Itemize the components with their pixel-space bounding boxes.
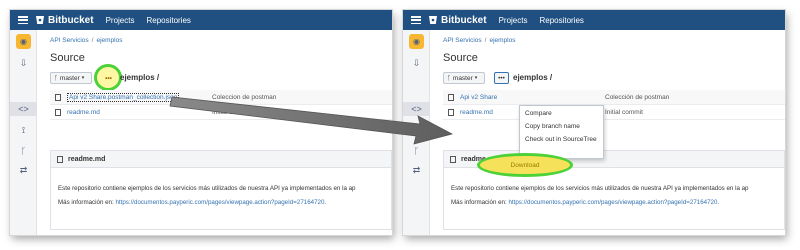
- branch-icon: ᚴ: [54, 74, 58, 82]
- file-icon: [448, 108, 454, 116]
- source-view: API Servicios / ejemplos Source ᚴ master ▾…: [37, 30, 392, 235]
- page-title: Source: [443, 52, 478, 64]
- file-commit-message: Initial commit: [605, 108, 643, 116]
- readme-panel: readme.md Este repositorio contiene ejem…: [50, 150, 392, 230]
- more-actions-button[interactable]: •••: [101, 72, 116, 84]
- commits-icon[interactable]: ⟟: [410, 124, 423, 137]
- chevron-down-icon: ▾: [474, 75, 478, 81]
- table-row[interactable]: readme.md Initial commit: [443, 105, 785, 120]
- breadcrumb-repo[interactable]: ejemplos: [96, 37, 122, 44]
- source-code-icon[interactable]: <>: [410, 102, 423, 115]
- file-list: Api v2 Share Colección de postman readme…: [443, 90, 785, 120]
- more-actions-dropdown: Compare Copy branch name Check out in So…: [519, 105, 604, 159]
- screenshot-after: Bitbucket Projects Repositories ◉ ⇩ <> ⟟…: [403, 10, 785, 235]
- readme-title: readme.md: [68, 155, 106, 163]
- source-view: API Servicios / ejemplos Source ᚴ master ▾…: [430, 30, 785, 235]
- menu-item-copy-branch-name[interactable]: Copy branch name: [525, 123, 580, 130]
- file-name[interactable]: readme.md: [67, 109, 100, 116]
- file-list: Api v2 Share.postman_collection.json Col…: [50, 90, 392, 120]
- readme-content: Este repositorio contiene ejemplos de lo…: [451, 182, 784, 210]
- table-row[interactable]: readme.md Initial commit: [50, 105, 392, 120]
- hamburger-menu-icon[interactable]: [411, 16, 421, 24]
- readme-line-1: Este repositorio contiene ejemplos de lo…: [58, 185, 356, 192]
- cloud-download-icon[interactable]: ⇩: [410, 57, 423, 70]
- top-navbar: Bitbucket Projects Repositories: [403, 10, 785, 30]
- breadcrumb-project[interactable]: API Servicios: [443, 37, 482, 44]
- source-code-icon[interactable]: <>: [17, 102, 30, 115]
- branches-icon[interactable]: ᚴ: [410, 144, 423, 157]
- repo-sidebar: ◉ ⇩ <> ⟟ ᚴ ⇄: [403, 30, 430, 235]
- menu-item-compare[interactable]: Compare: [525, 110, 552, 117]
- table-row[interactable]: Api v2 Share Colección de postman: [443, 90, 785, 105]
- page-title: Source: [50, 52, 85, 64]
- brand-name: Bitbucket: [48, 14, 94, 26]
- table-row[interactable]: Api v2 Share.postman_collection.json Col…: [50, 90, 392, 105]
- file-icon: [55, 93, 61, 101]
- breadcrumb-project[interactable]: API Servicios: [50, 37, 89, 44]
- readme-line-1: Este repositorio contiene ejemplos de lo…: [451, 185, 749, 192]
- file-name[interactable]: readme.md: [460, 109, 493, 116]
- file-commit-message: Colección de postman: [605, 93, 670, 101]
- tutorial-composite: Bitbucket Projects Repositories ◉ ⇩ <> ⟟…: [0, 0, 800, 250]
- repo-sidebar: ◉ ⇩ <> ⟟ ᚴ ⇄: [10, 30, 37, 235]
- file-icon: [55, 108, 61, 116]
- top-navbar: Bitbucket Projects Repositories: [10, 10, 392, 30]
- file-name[interactable]: Api v2 Share: [460, 94, 497, 101]
- nav-repositories[interactable]: Repositories: [146, 16, 190, 25]
- readme-line-2: Más información en: https://documentos.p…: [58, 199, 327, 206]
- file-commit-message: Initial commit: [212, 108, 250, 116]
- readme-header: readme.md: [51, 151, 391, 168]
- breadcrumb-repo[interactable]: ejemplos: [489, 37, 515, 44]
- more-actions-button[interactable]: •••: [494, 72, 509, 84]
- file-icon: [448, 93, 454, 101]
- bitbucket-bucket-icon: [36, 16, 44, 24]
- repo-avatar-icon[interactable]: ◉: [409, 34, 424, 49]
- pull-requests-icon[interactable]: ⇄: [410, 164, 423, 177]
- pull-requests-icon[interactable]: ⇄: [17, 164, 30, 177]
- readme-line-2: Más información en: https://documentos.p…: [451, 199, 720, 206]
- screenshot-before: Bitbucket Projects Repositories ◉ ⇩ <> ⟟…: [10, 10, 392, 235]
- file-icon: [57, 155, 63, 163]
- branch-icon: ᚴ: [447, 74, 451, 82]
- menu-item-download[interactable]: Download: [477, 153, 573, 177]
- branch-label: master: [452, 74, 473, 82]
- current-path: ejemplos /: [513, 73, 553, 82]
- branch-selector[interactable]: ᚴ master ▾: [443, 72, 485, 84]
- readme-link[interactable]: https://documentos.payperic.com/pages/vi…: [115, 199, 324, 206]
- bitbucket-bucket-icon: [429, 16, 437, 24]
- bitbucket-logo[interactable]: Bitbucket: [428, 15, 487, 26]
- hamburger-menu-icon[interactable]: [18, 16, 28, 24]
- readme-link[interactable]: https://documentos.payperic.com/pages/vi…: [508, 199, 717, 206]
- chevron-down-icon: ▾: [81, 75, 85, 81]
- file-commit-message: Coleccion de postman: [212, 93, 277, 101]
- branch-selector[interactable]: ᚴ master ▾: [50, 72, 92, 84]
- commits-icon[interactable]: ⟟: [17, 124, 30, 137]
- menu-item-check-out-sourcetree[interactable]: Check out in SourceTree: [525, 136, 597, 143]
- nav-projects[interactable]: Projects: [499, 16, 528, 25]
- current-path: ejemplos /: [120, 73, 160, 82]
- repo-avatar-icon[interactable]: ◉: [16, 34, 31, 49]
- cloud-download-icon[interactable]: ⇩: [17, 57, 30, 70]
- readme-content: Este repositorio contiene ejemplos de lo…: [58, 182, 391, 210]
- breadcrumb: API Servicios / ejemplos: [50, 37, 123, 44]
- breadcrumb: API Servicios / ejemplos: [443, 37, 516, 44]
- file-icon: [450, 155, 456, 163]
- nav-repositories[interactable]: Repositories: [539, 16, 583, 25]
- bitbucket-logo[interactable]: Bitbucket: [35, 15, 94, 26]
- file-name[interactable]: Api v2 Share.postman_collection.json: [67, 92, 180, 102]
- nav-projects[interactable]: Projects: [106, 16, 135, 25]
- brand-name: Bitbucket: [441, 14, 487, 26]
- branch-label: master: [59, 74, 80, 82]
- branches-icon[interactable]: ᚴ: [17, 144, 30, 157]
